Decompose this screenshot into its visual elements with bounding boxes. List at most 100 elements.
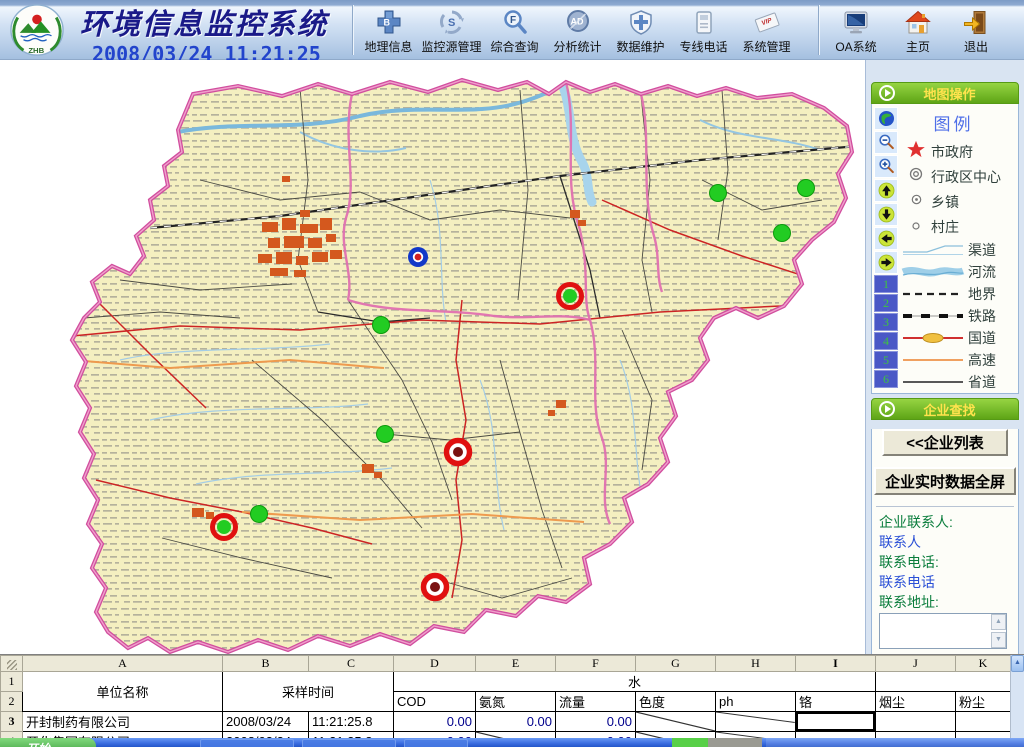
column-header-I[interactable]: I (796, 656, 876, 672)
cell-ph-nodata[interactable] (716, 712, 796, 732)
vip-card-icon: VIP (735, 5, 798, 36)
empty-group-cell[interactable] (876, 672, 1011, 692)
map-level-button-6[interactable]: 6 (874, 370, 898, 388)
column-header-H[interactable]: H (716, 656, 796, 672)
pan-right-button[interactable] (874, 251, 898, 274)
cell-ammonia[interactable]: 0.00 (476, 712, 556, 732)
nav-item-query[interactable]: F 综合查询 (483, 5, 546, 55)
phone-icon (672, 5, 735, 36)
map-operations-panel: 地图操作 (871, 82, 1019, 394)
scroll-up-icon[interactable]: ▲ (991, 614, 1006, 630)
map-level-button-1[interactable]: 1 (874, 275, 898, 293)
param-header-dust[interactable]: 粉尘 (956, 692, 1011, 712)
station-marker-green[interactable] (373, 317, 390, 334)
cell-smoke[interactable] (876, 712, 956, 732)
realtime-fullscreen-button[interactable]: 企业实时数据全屏 (874, 467, 1016, 495)
double-circle-icon (901, 166, 931, 187)
pan-left-button[interactable] (874, 227, 898, 250)
nav-item-system-mgmt[interactable]: VIP 系统管理 (735, 5, 798, 55)
row-header-1[interactable]: 1 (1, 672, 23, 692)
grid-vertical-scrollbar[interactable]: ▲ (1010, 655, 1024, 738)
cell-sample-date[interactable]: 2008/03/24 (223, 712, 309, 732)
legend-item-city-gov: 市政府 (901, 139, 1018, 164)
cell-chroma-nodata[interactable] (636, 712, 716, 732)
column-header-J[interactable]: J (876, 656, 956, 672)
map-panel-title: 地图操作 (895, 84, 1018, 103)
water-group-header-cell[interactable]: 水 (394, 672, 876, 692)
scroll-down-icon[interactable]: ▼ (991, 632, 1006, 648)
param-header-chromium[interactable]: 铬 (796, 692, 876, 712)
search-panel-title: 企业查找 (895, 400, 1018, 419)
map-level-button-5[interactable]: 5 (874, 351, 898, 369)
cell-dust[interactable] (956, 712, 1011, 732)
enterprise-list-button[interactable]: <<企业列表 (882, 429, 1008, 456)
param-header-flow[interactable]: 流量 (556, 692, 636, 712)
column-header-K[interactable]: K (956, 656, 1011, 672)
system-tray[interactable] (766, 738, 1024, 747)
station-marker-green[interactable] (798, 180, 815, 197)
station-marker-green[interactable] (710, 185, 727, 202)
nav-item-geo-info[interactable]: B 地理信息 (357, 5, 420, 55)
nav-item-source-mgmt[interactable]: S 监控源管理 (420, 5, 483, 55)
cell-unit-name[interactable]: 开封制药有限公司 (23, 712, 223, 732)
cell-sample-time[interactable]: 11:21:25.8 (309, 712, 394, 732)
sample-time-header-cell[interactable]: 采样时间 (223, 672, 394, 712)
station-marker-green[interactable] (774, 225, 791, 242)
row-header-2[interactable]: 2 (1, 692, 23, 712)
map-level-button-2[interactable]: 2 (874, 294, 898, 312)
nav-item-analysis[interactable]: AD 分析统计 (546, 5, 609, 55)
district-map-view[interactable] (0, 60, 865, 654)
svg-text:S: S (448, 17, 455, 29)
pan-up-button[interactable] (874, 179, 898, 202)
scroll-up-arrow-icon[interactable]: ▲ (1011, 655, 1024, 672)
nav-item-home[interactable]: 主页 (888, 5, 948, 55)
taskbar-button[interactable] (200, 739, 294, 747)
pan-down-button[interactable] (874, 203, 898, 226)
param-header-chroma[interactable]: 色度 (636, 692, 716, 712)
param-header-ph[interactable]: ph (716, 692, 796, 712)
station-marker-green[interactable] (377, 426, 394, 443)
nav-item-oa-system[interactable]: OA系统 (824, 5, 888, 55)
selected-cell-I3[interactable] (796, 712, 876, 732)
cell-flow[interactable]: 0.00 (556, 712, 636, 732)
cell-cod[interactable]: 0.00 (394, 712, 476, 732)
param-header-smoke[interactable]: 烟尘 (876, 692, 956, 712)
station-marker-green[interactable] (251, 506, 268, 523)
column-header-C[interactable]: C (309, 656, 394, 672)
column-header-E[interactable]: E (476, 656, 556, 672)
contact-info: 企业联系人: 联系人 联系电话: 联系电话 联系地址: (872, 512, 1018, 612)
column-header-D[interactable]: D (394, 656, 476, 672)
search-panel-header[interactable]: 企业查找 (871, 398, 1019, 420)
nav-item-hotline[interactable]: 专线电话 (672, 5, 735, 55)
legend-label: 市政府 (931, 142, 973, 162)
column-header-B[interactable]: B (223, 656, 309, 672)
city-center-marker[interactable] (408, 247, 428, 267)
station-marker-red[interactable] (447, 441, 470, 464)
header-bar: ZHB 环境信息监控系统 2008/03/24 11:21:25 B 地理信息 … (0, 0, 1024, 60)
map-panel-body: 1 2 3 4 5 6 图例 市政府 (871, 104, 1019, 394)
map-level-button-4[interactable]: 4 (874, 332, 898, 350)
address-textarea[interactable]: ▲ ▼ (879, 613, 1007, 649)
unit-name-header-cell[interactable]: 单位名称 (23, 672, 223, 712)
start-button[interactable]: 开始 (0, 738, 96, 747)
legend-label: 行政区中心 (931, 167, 1001, 187)
column-header-A[interactable]: A (23, 656, 223, 672)
full-extent-globe-button[interactable] (874, 107, 898, 130)
column-header-G[interactable]: G (636, 656, 716, 672)
row-header-3[interactable]: 3 (1, 712, 23, 732)
taskbar-button[interactable] (404, 739, 468, 747)
station-marker-red[interactable] (424, 576, 447, 599)
taskbar-button[interactable] (302, 739, 396, 747)
map-level-button-3[interactable]: 3 (874, 313, 898, 331)
param-header-ammonia[interactable]: 氨氮 (476, 692, 556, 712)
param-header-cod[interactable]: COD (394, 692, 476, 712)
windows-taskbar[interactable]: 开始 (0, 738, 1024, 747)
map-panel-header[interactable]: 地图操作 (871, 82, 1019, 104)
grid-corner-cell[interactable] (1, 656, 23, 672)
nav-item-data-maintenance[interactable]: 数据维护 (609, 5, 672, 55)
zoom-in-button[interactable] (874, 155, 898, 178)
legend-label: 乡镇 (931, 192, 959, 212)
nav-item-exit[interactable]: 退出 (948, 5, 1004, 55)
column-header-F[interactable]: F (556, 656, 636, 672)
zoom-out-button[interactable] (874, 131, 898, 154)
